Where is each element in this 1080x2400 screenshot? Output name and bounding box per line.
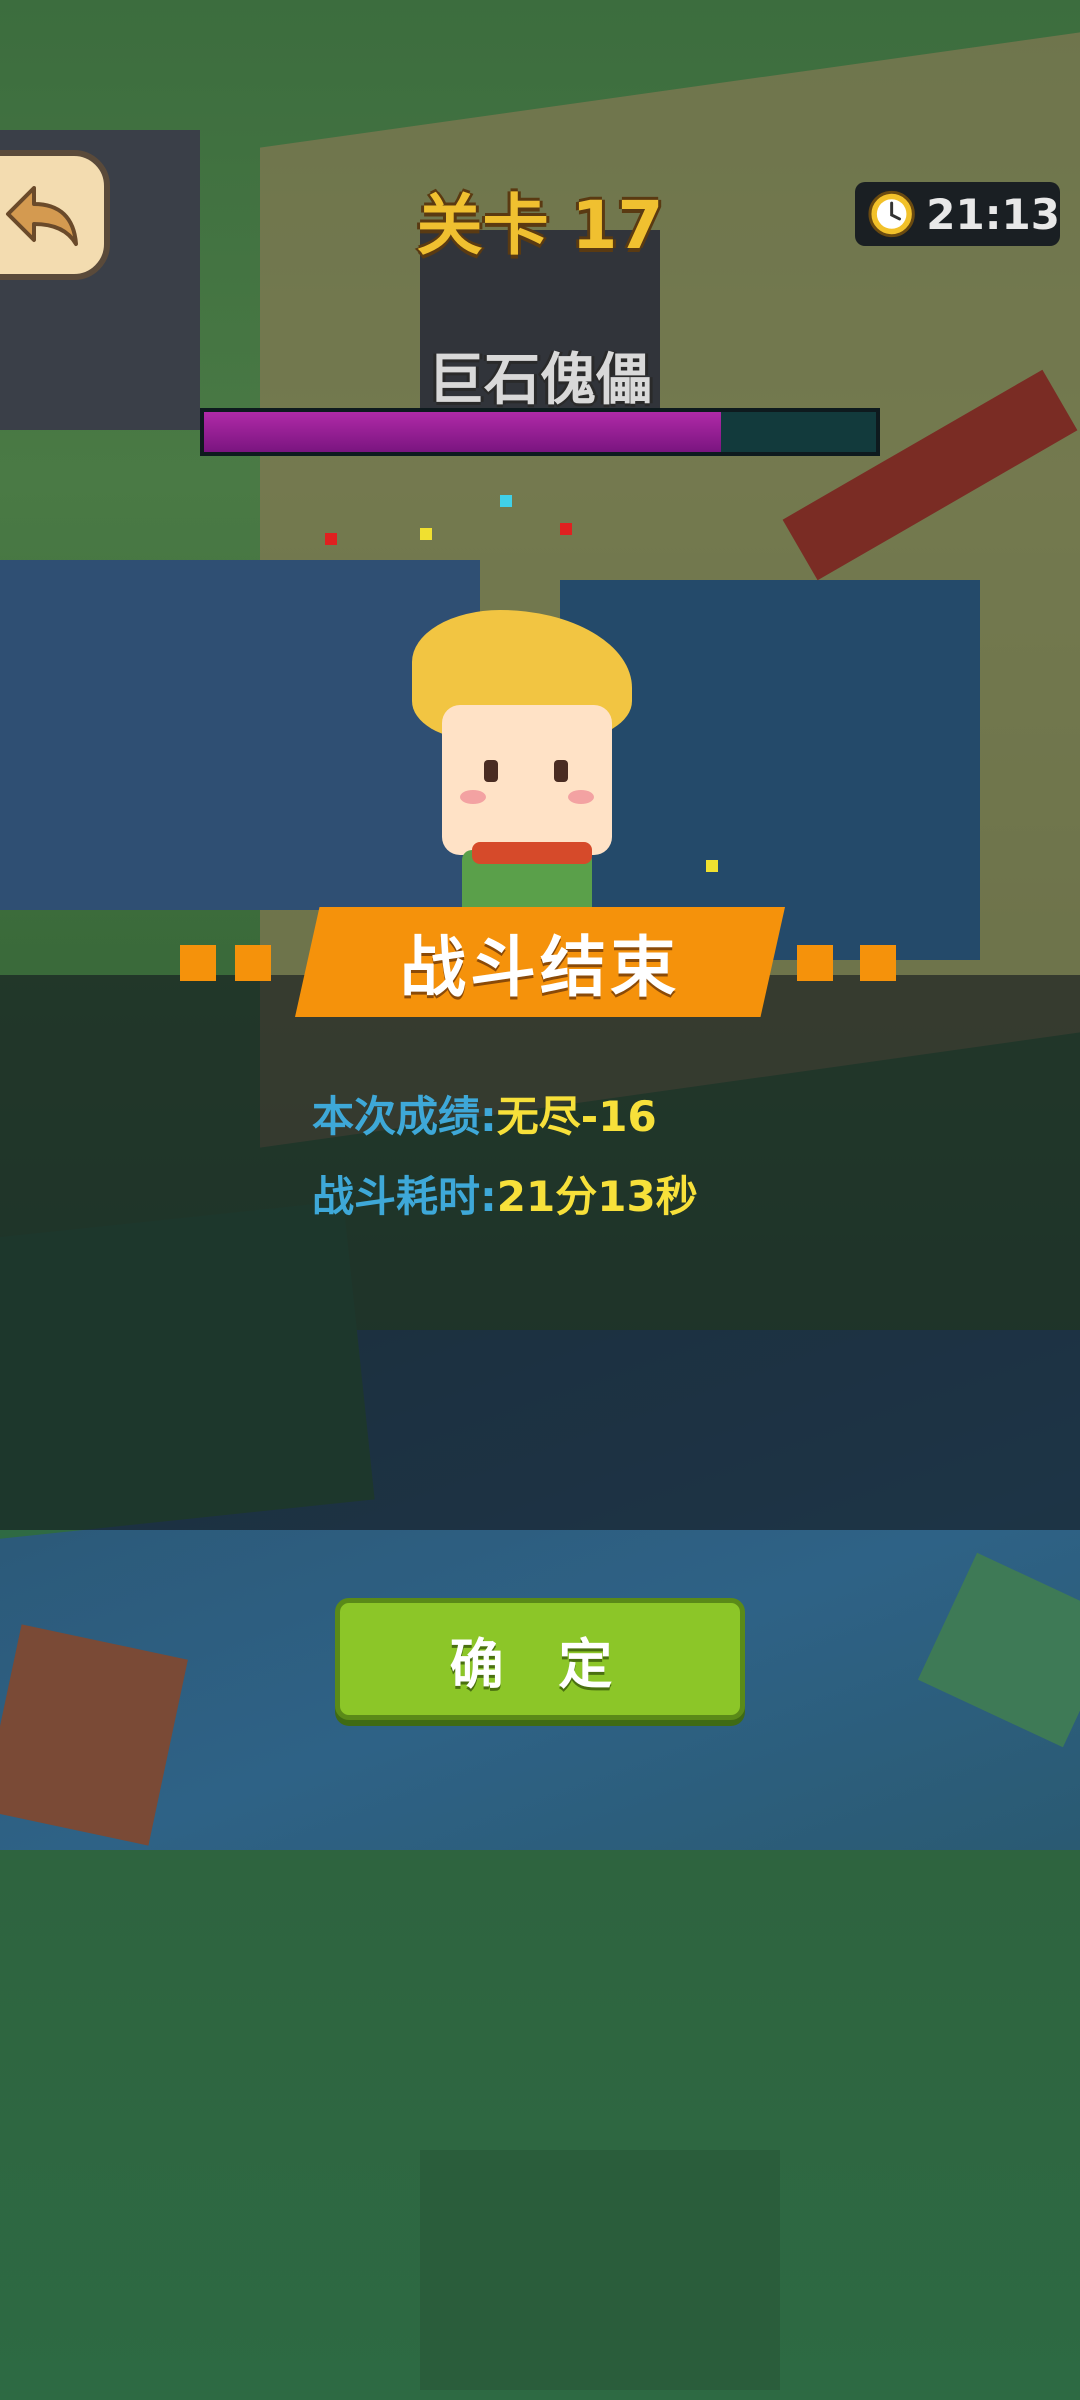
- clock-icon: [868, 190, 915, 238]
- score-value: 无尽-16: [496, 1092, 657, 1141]
- confetti: [560, 523, 572, 535]
- confetti: [325, 533, 337, 545]
- boss-health-bar: [200, 408, 880, 456]
- banner-decoration-square: [235, 945, 271, 981]
- result-panel: [0, 975, 1080, 1530]
- hero-scarf: [472, 842, 592, 864]
- hero-eye-left: [484, 760, 498, 782]
- back-button[interactable]: [0, 150, 110, 280]
- banner-decoration-square: [180, 945, 216, 981]
- tree-block: [420, 2150, 780, 2390]
- boss-health-fill: [204, 412, 722, 452]
- hero-cheek-left: [460, 790, 486, 804]
- hero-cheek-right: [568, 790, 594, 804]
- score-label: 本次成绩:: [312, 1092, 497, 1141]
- confetti: [706, 860, 718, 872]
- score-row: 本次成绩:无尽-16: [312, 1083, 657, 1144]
- battle-end-banner: 战斗结束: [295, 907, 785, 1017]
- confetti: [420, 528, 432, 540]
- hero-face: [442, 705, 612, 855]
- level-title: 关卡 17: [416, 187, 664, 264]
- banner-decoration-square: [860, 945, 896, 981]
- hero-character: [392, 610, 652, 920]
- banner-title: 战斗结束: [400, 929, 680, 1006]
- timer-text: 21:13: [926, 189, 1060, 239]
- time-value: 21分13秒: [496, 1172, 698, 1221]
- banner-decoration-square: [797, 945, 833, 981]
- boss-name: 巨石傀儡: [428, 348, 652, 413]
- time-label: 战斗耗时:: [312, 1172, 497, 1221]
- confetti: [500, 495, 512, 507]
- timer-display: 21:13: [855, 182, 1060, 246]
- hero-eye-right: [554, 760, 568, 782]
- time-row: 战斗耗时:21分13秒: [312, 1163, 698, 1224]
- confirm-button-label: 确 定: [449, 1632, 631, 1696]
- confirm-button[interactable]: 确 定: [335, 1598, 745, 1720]
- back-arrow-icon: [6, 186, 78, 246]
